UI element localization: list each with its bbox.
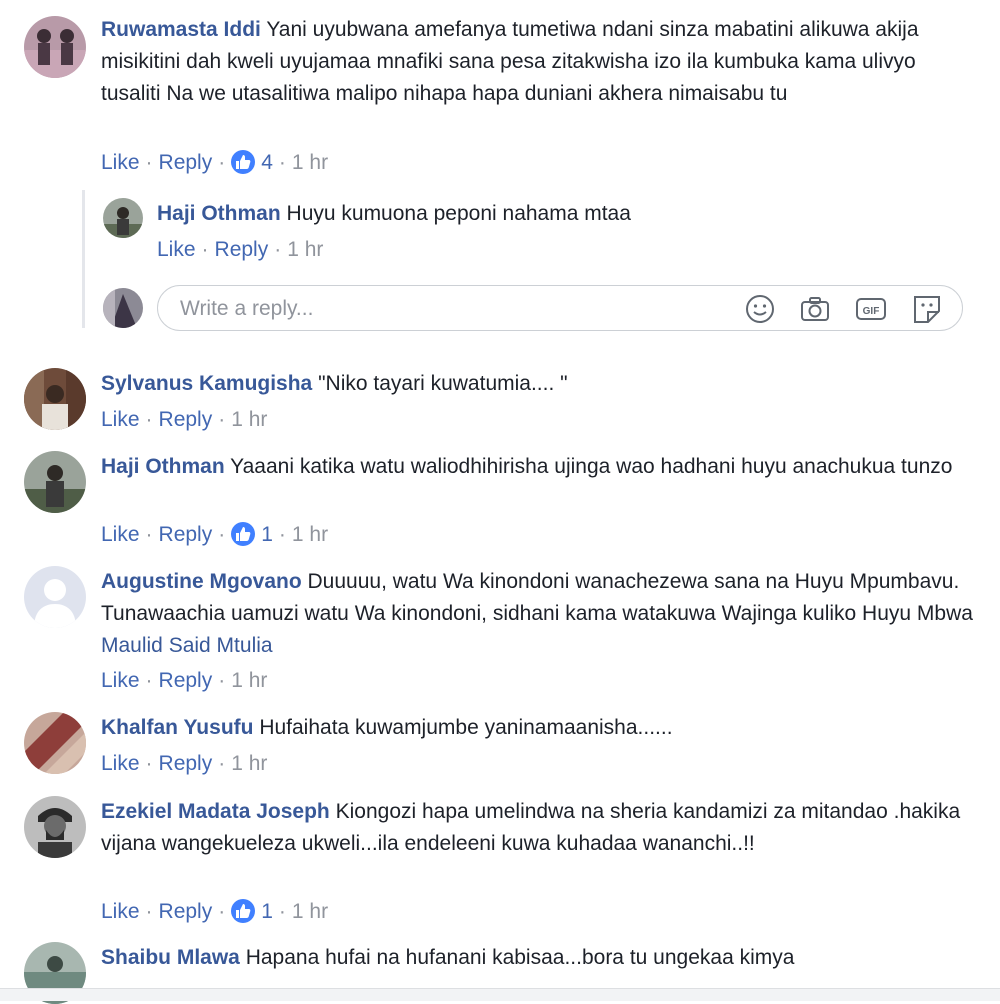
like-button[interactable]: Like	[101, 408, 140, 431]
reply-button[interactable]: Reply	[159, 408, 213, 431]
thumbs-up-icon	[231, 522, 256, 546]
comment-timestamp[interactable]: 1 hr	[231, 669, 267, 692]
comment-text: Augustine Mgovano Duuuuu, watu Wa kinond…	[101, 566, 981, 662]
like-button[interactable]: Like	[101, 900, 140, 923]
avatar[interactable]	[103, 198, 143, 238]
reply-button[interactable]: Reply	[159, 752, 213, 775]
comment-actions: Like · Reply · 1 hr	[101, 408, 268, 431]
comment-author[interactable]: Shaibu Mlawa	[101, 946, 240, 969]
comment-timestamp[interactable]: 1 hr	[292, 900, 328, 923]
bottom-scroll-edge	[0, 988, 1000, 1001]
like-button[interactable]: Like	[101, 669, 140, 692]
comment-text: Ezekiel Madata Joseph Kiongozi hapa umel…	[101, 796, 981, 860]
reply-button[interactable]: Reply	[215, 238, 269, 261]
reply-button[interactable]: Reply	[159, 151, 213, 174]
comment-author[interactable]: Haji Othman	[101, 455, 225, 478]
gif-icon[interactable]: GIF	[855, 294, 887, 324]
avatar[interactable]	[24, 368, 86, 430]
comment-body: Yaaani katika watu waliodhihirisha ujing…	[230, 455, 953, 478]
svg-text:GIF: GIF	[863, 306, 880, 317]
comment-timestamp[interactable]: 1 hr	[231, 752, 267, 775]
like-count[interactable]: 1	[261, 900, 273, 923]
comment-text: Haji Othman Huyu kumuona peponi nahama m…	[157, 198, 957, 230]
emoji-icon[interactable]	[744, 294, 776, 324]
sticker-icon[interactable]	[911, 294, 943, 324]
reply-button[interactable]: Reply	[159, 669, 213, 692]
like-button[interactable]: Like	[101, 523, 140, 546]
avatar[interactable]	[24, 796, 86, 858]
comment-actions: Like · Reply · 4 · 1 hr	[101, 150, 329, 174]
camera-icon[interactable]	[799, 294, 831, 324]
comment-body: Hufaihata kuwamjumbe yaninamaanisha.....…	[259, 716, 673, 739]
thumbs-up-icon	[231, 150, 256, 174]
comment-body: "Niko tayari kuwatumia.... "	[318, 372, 568, 395]
thumbs-up-icon	[231, 899, 256, 923]
comment-author[interactable]: Ruwamasta Iddi	[101, 18, 261, 41]
comment-author[interactable]: Sylvanus Kamugisha	[101, 372, 312, 395]
comment-actions: Like · Reply · 1 · 1 hr	[101, 522, 329, 546]
comment-author[interactable]: Khalfan Yusufu	[101, 716, 253, 739]
comment-text: Haji Othman Yaaani katika watu waliodhih…	[101, 451, 981, 483]
reply-button[interactable]: Reply	[159, 523, 213, 546]
comment-author[interactable]: Ezekiel Madata Joseph	[101, 800, 330, 823]
comment-actions: Like · Reply · 1 hr	[157, 238, 324, 261]
avatar[interactable]	[24, 566, 86, 628]
like-button[interactable]: Like	[101, 752, 140, 775]
comment-text: Sylvanus Kamugisha "Niko tayari kuwatumi…	[101, 368, 981, 400]
reply-composer: GIF	[157, 285, 963, 331]
mention-link[interactable]: Maulid Said Mtulia	[101, 634, 273, 657]
comment-body: Huyu kumuona peponi nahama mtaa	[286, 202, 631, 225]
comment-timestamp[interactable]: 1 hr	[292, 151, 328, 174]
like-button[interactable]: Like	[157, 238, 196, 261]
like-button[interactable]: Like	[101, 151, 140, 174]
avatar[interactable]	[24, 451, 86, 513]
comment-author[interactable]: Haji Othman	[157, 202, 281, 225]
avatar[interactable]	[24, 712, 86, 774]
reply-input[interactable]	[178, 295, 722, 323]
comment-body: Hapana hufai na hufanani kabisaa...bora …	[245, 946, 795, 969]
like-count[interactable]: 4	[261, 151, 273, 174]
like-count[interactable]: 1	[261, 523, 273, 546]
comment-actions: Like · Reply · 1 hr	[101, 752, 268, 775]
comment-timestamp[interactable]: 1 hr	[231, 408, 267, 431]
comment-timestamp[interactable]: 1 hr	[292, 523, 328, 546]
comment-text: Khalfan Yusufu Hufaihata kuwamjumbe yani…	[101, 712, 981, 744]
comment-actions: Like · Reply · 1 · 1 hr	[101, 899, 329, 923]
comment-text: Shaibu Mlawa Hapana hufai na hufanani ka…	[101, 942, 981, 974]
comment-actions: Like · Reply · 1 hr	[101, 669, 268, 692]
avatar[interactable]	[24, 16, 86, 78]
comment-author[interactable]: Augustine Mgovano	[101, 570, 302, 593]
thread-line	[82, 190, 85, 328]
comment-text: Ruwamasta Iddi Yani uyubwana amefanya tu…	[101, 14, 981, 110]
comment-timestamp[interactable]: 1 hr	[287, 238, 323, 261]
reply-button[interactable]: Reply	[159, 900, 213, 923]
current-user-avatar	[103, 288, 143, 328]
